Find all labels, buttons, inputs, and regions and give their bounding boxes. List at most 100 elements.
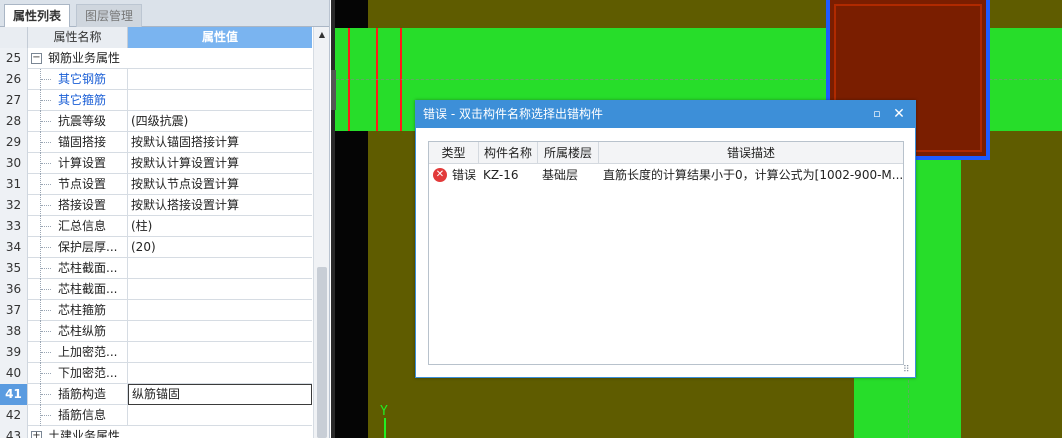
panel-scrollbar[interactable]: ▲ xyxy=(313,27,329,438)
tree-connector xyxy=(40,384,52,405)
property-row[interactable]: 34 保护层厚... (20) xyxy=(0,237,312,258)
property-name: 节点设置 xyxy=(28,174,128,195)
property-name: 芯柱箍筋 xyxy=(28,300,128,321)
property-row[interactable]: 32 搭接设置 按默认搭接设置计算 xyxy=(0,195,312,216)
property-value[interactable] xyxy=(128,363,312,384)
property-name-label: 芯柱纵筋 xyxy=(58,324,107,338)
property-value[interactable]: 按默认搭接设置计算 xyxy=(128,195,312,216)
property-name-label: 抗震等级 xyxy=(58,114,107,128)
row-number: 29 xyxy=(0,132,28,153)
dialog-title-bar[interactable]: 错误 - 双击构件名称选择出错构件 ▫ ✕ xyxy=(416,101,915,128)
error-component-name[interactable]: KZ-16 xyxy=(483,164,538,186)
ucs-y-axis-icon xyxy=(384,418,386,438)
property-value[interactable]: 按默认锚固搭接计算 xyxy=(128,132,312,153)
column-header-type[interactable]: 类型 xyxy=(429,142,479,164)
row-number: 36 xyxy=(0,279,28,300)
panel-tabbar: 属性列表 图层管理 xyxy=(0,0,329,27)
row-number: 33 xyxy=(0,216,28,237)
property-row[interactable]: 38 芯柱纵筋 xyxy=(0,321,312,342)
property-value[interactable] xyxy=(128,258,312,279)
tree-connector xyxy=(40,321,52,342)
property-row[interactable]: 39 上加密范... xyxy=(0,342,312,363)
property-name: 芯柱纵筋 xyxy=(28,321,128,342)
property-name: 芯柱截面... xyxy=(28,279,128,300)
row-number: 30 xyxy=(0,153,28,174)
property-name: 汇总信息 xyxy=(28,216,128,237)
viewport-edge xyxy=(331,0,335,438)
row-number: 31 xyxy=(0,174,28,195)
close-icon[interactable]: ✕ xyxy=(891,106,907,122)
property-value[interactable]: (20) xyxy=(128,237,312,258)
row-number: 39 xyxy=(0,342,28,363)
row-number: 28 xyxy=(0,111,28,132)
tree-connector xyxy=(40,300,52,321)
property-name-label: 芯柱截面... xyxy=(58,282,118,296)
error-row[interactable]: ✕ 错误 KZ-16 基础层 直筋长度的计算结果小于0，计算公式为[1002-9… xyxy=(429,164,903,186)
resize-grip-icon[interactable]: ⠿ xyxy=(903,365,913,375)
error-icon: ✕ xyxy=(433,168,447,182)
property-row[interactable]: 33 汇总信息 (柱) xyxy=(0,216,312,237)
property-value[interactable]: (柱) xyxy=(128,216,312,237)
property-value[interactable]: 按默认计算设置计算 xyxy=(128,153,312,174)
property-value-editor[interactable]: 纵筋锚固 xyxy=(128,384,312,405)
row-number: 41 xyxy=(0,384,28,405)
property-value[interactable] xyxy=(128,300,312,321)
property-row[interactable]: 40 下加密范... xyxy=(0,363,312,384)
collapse-icon[interactable]: − xyxy=(31,53,42,64)
property-row[interactable]: 29 锚固搭接 按默认锚固搭接计算 xyxy=(0,132,312,153)
property-value[interactable] xyxy=(128,90,312,111)
property-name-label: 汇总信息 xyxy=(58,219,107,233)
property-row[interactable]: 25− 钢筋业务属性 xyxy=(0,48,312,69)
error-floor: 基础层 xyxy=(542,168,579,182)
scroll-up-icon[interactable]: ▲ xyxy=(314,27,329,43)
property-value[interactable] xyxy=(128,321,312,342)
property-name: 抗震等级 xyxy=(28,111,128,132)
property-name-label: 保护层厚... xyxy=(58,240,118,254)
property-row[interactable]: 27 其它箍筋 xyxy=(0,90,312,111)
property-row[interactable]: 26 其它钢筋 xyxy=(0,69,312,90)
row-number: 42 xyxy=(0,405,28,426)
property-value[interactable] xyxy=(128,69,312,90)
property-row[interactable]: 37 芯柱箍筋 xyxy=(0,300,312,321)
property-value[interactable] xyxy=(128,279,312,300)
grid-header: 属性名称 属性值 xyxy=(0,27,312,48)
property-row[interactable]: 36 芯柱截面... xyxy=(0,279,312,300)
property-name-label: 其它钢筋 xyxy=(58,72,107,86)
property-row[interactable]: 35 芯柱截面... xyxy=(0,258,312,279)
property-row[interactable]: 31 节点设置 按默认节点设置计算 xyxy=(0,174,312,195)
property-name-label: 搭接设置 xyxy=(58,198,107,212)
row-number: 34 xyxy=(0,237,28,258)
property-row[interactable]: 41 插筋构造 纵筋锚固 xyxy=(0,384,312,405)
column-header-component[interactable]: 构件名称 xyxy=(479,142,538,164)
maximize-icon[interactable]: ▫ xyxy=(869,106,885,122)
property-row[interactable]: 28 抗震等级 (四级抗震) xyxy=(0,111,312,132)
property-name-label: 土建业务属性 xyxy=(48,429,121,438)
tab-properties[interactable]: 属性列表 xyxy=(4,4,71,27)
column-header-name: 属性名称 xyxy=(28,27,128,48)
column-header-floor[interactable]: 所属楼层 xyxy=(538,142,599,164)
splitter-grip[interactable] xyxy=(331,70,336,110)
tree-connector xyxy=(40,216,52,237)
ucs-y-label: Y xyxy=(380,404,388,419)
row-number: 35 xyxy=(0,258,28,279)
tree-connector xyxy=(40,111,52,132)
property-row[interactable]: 42 插筋信息 xyxy=(0,405,312,426)
property-row[interactable]: 43 + 土建业务属性 xyxy=(0,426,312,438)
tree-connector xyxy=(40,153,52,174)
row-number: 37 xyxy=(0,300,28,321)
row-number: 40 xyxy=(0,363,28,384)
tab-layers[interactable]: 图层管理 xyxy=(76,4,143,27)
property-value[interactable] xyxy=(128,342,312,363)
property-row[interactable]: 30 计算设置 按默认计算设置计算 xyxy=(0,153,312,174)
expand-icon[interactable]: + xyxy=(31,431,42,438)
scroll-thumb[interactable] xyxy=(317,267,327,438)
property-name: 下加密范... xyxy=(28,363,128,384)
tree-connector xyxy=(40,279,52,300)
error-list: 类型 构件名称 所属楼层 错误描述 ✕ 错误 KZ-16 基础层 直筋长度的计算… xyxy=(428,141,904,365)
column-header-description[interactable]: 错误描述 xyxy=(599,142,903,164)
property-value[interactable]: (四级抗震) xyxy=(128,111,312,132)
property-grid: 属性名称 属性值 25− 钢筋业务属性 26 其它钢筋 27 其它箍筋 28 抗震等级 (四级抗… xyxy=(0,27,312,438)
property-value[interactable] xyxy=(128,405,312,426)
property-value[interactable]: 按默认节点设置计算 xyxy=(128,174,312,195)
tree-connector xyxy=(40,405,52,426)
